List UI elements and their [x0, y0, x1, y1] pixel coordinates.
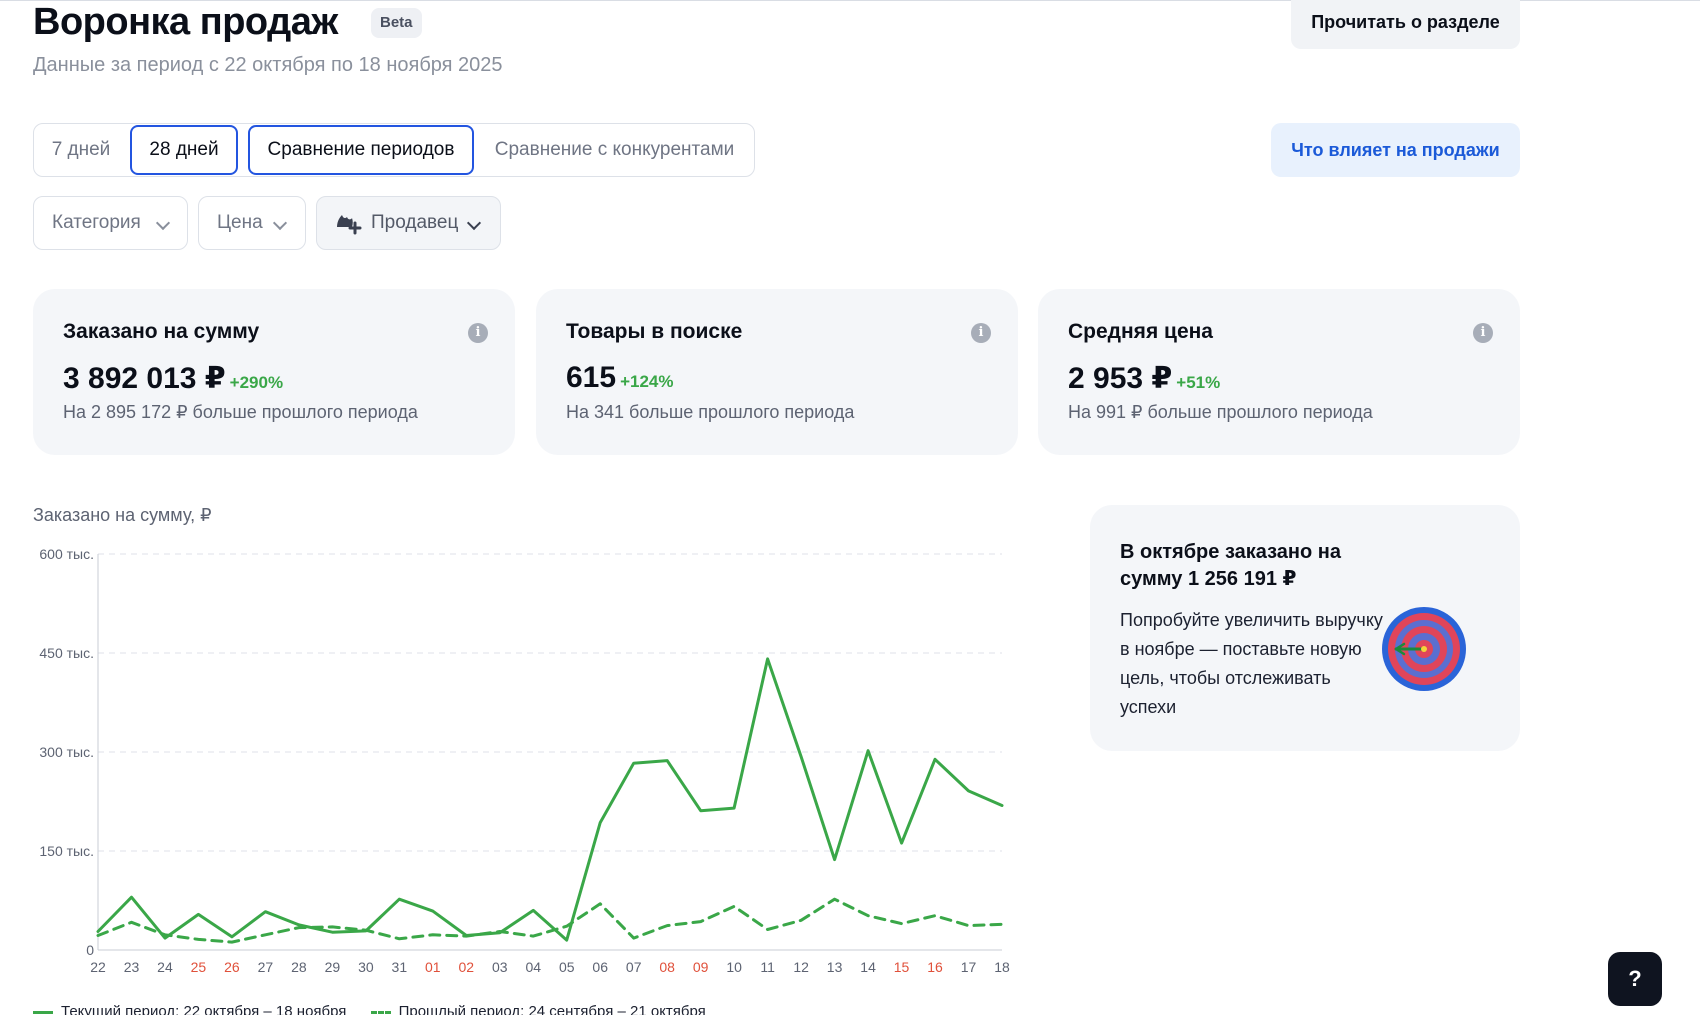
page-title: Воронка продаж: [33, 1, 338, 43]
x-tick-label: 07: [626, 959, 642, 975]
kpi-delta: +51%: [1176, 373, 1221, 392]
tab-7-days[interactable]: 7 дней: [34, 125, 128, 175]
x-tick-label: 08: [659, 959, 675, 975]
period-subtitle: Данные за период с 22 октября по 18 нояб…: [33, 54, 503, 76]
x-tick-label: 26: [224, 959, 240, 975]
x-tick-label: 04: [525, 959, 541, 975]
kpi-note: На 2 895 172 ₽ больше прошлого периода: [63, 402, 418, 422]
y-tick-label: 300 тыс.: [39, 744, 94, 760]
seller-filter-label: Продавец: [371, 212, 459, 233]
x-tick-label: 16: [927, 959, 943, 975]
x-tick-label: 30: [358, 959, 374, 975]
kpi-card-ordered-sum: Заказано на сумму i 3 892 013 ₽ +290% На …: [33, 289, 515, 455]
kpi-note: На 341 больше прошлого периода: [566, 402, 855, 422]
x-tick-label: 03: [492, 959, 508, 975]
goal-promo-card: В октябре заказано на сумму 1 256 191 ₽ …: [1090, 505, 1520, 751]
kpi-value: 3 892 013 ₽ +290%: [63, 362, 284, 395]
x-tick-label: 06: [592, 959, 608, 975]
x-tick-label: 11: [760, 959, 775, 975]
help-button[interactable]: ?: [1608, 952, 1662, 1006]
promo-title: В октябре заказано на сумму 1 256 191 ₽: [1120, 541, 1341, 590]
x-tick-label: 01: [425, 959, 441, 975]
kpi-value: 2 953 ₽ +51%: [1068, 362, 1221, 395]
info-icon[interactable]: i: [1473, 323, 1493, 343]
target-icon: [1382, 607, 1466, 691]
chevron-down-icon: [466, 215, 482, 231]
x-tick-label: 12: [793, 959, 809, 975]
x-tick-label: 29: [325, 959, 341, 975]
legend-current: Текущий период: 22 октября – 18 ноября: [61, 1003, 347, 1015]
x-tick-label: 13: [827, 959, 843, 975]
seller-filter[interactable]: Продавец: [316, 196, 501, 250]
legend-dashed-swatch: [370, 1010, 391, 1014]
x-tick-label: 10: [726, 959, 742, 975]
info-icon[interactable]: i: [468, 323, 488, 343]
y-tick-label: 600 тыс.: [39, 546, 94, 562]
kpi-value: 615 +124%: [566, 361, 674, 394]
y-tick-label: 450 тыс.: [39, 645, 94, 661]
x-tick-label: 28: [291, 959, 307, 975]
tab-28-days[interactable]: 28 дней: [130, 125, 238, 175]
price-filter[interactable]: Цена: [198, 196, 306, 250]
x-tick-label: 22: [90, 959, 106, 975]
tab-compare-periods[interactable]: Сравнение периодов: [248, 125, 474, 175]
beta-badge: Beta: [371, 8, 422, 38]
kpi-delta: +290%: [229, 373, 284, 392]
kpi-card-average-price: Средняя цена i 2 953 ₽ +51% На 991 ₽ боль…: [1038, 289, 1520, 455]
x-tick-label: 05: [559, 959, 575, 975]
promo-text: Попробуйте увеличить выручку в ноябре — …: [1120, 610, 1383, 717]
kpi-card-items-in-search: Товары в поиске i 615 +124% На 341 больше…: [536, 289, 1018, 455]
tab-compare-competitors[interactable]: Сравнение с конкурентами: [476, 125, 753, 175]
x-tick-label: 17: [961, 959, 977, 975]
chevron-down-icon: [155, 215, 171, 231]
x-tick-label: 18: [994, 959, 1010, 975]
chart-legend: Текущий период: 22 октября – 18 ноября П…: [33, 1003, 706, 1015]
legend-previous: Прошлый период: 24 сентября – 21 октября: [398, 1003, 706, 1015]
kpi-title: Средняя цена: [1068, 320, 1213, 343]
legend-solid-swatch: [33, 1010, 53, 1014]
y-tick-label: 0: [86, 942, 94, 958]
price-filter-label: Цена: [217, 212, 263, 233]
kpi-title: Товары в поиске: [566, 320, 743, 343]
category-filter[interactable]: Категория: [33, 196, 188, 250]
seller-icon: [337, 215, 362, 235]
sales-factors-button[interactable]: Что влияет на продажи: [1271, 123, 1520, 177]
kpi-delta: +124%: [620, 372, 674, 391]
sales-line-chart: 0 150 тыс. 300 тыс. 450 тыс. 600 тыс. 22 23 24 2…: [39, 546, 1010, 975]
kpi-note: На 991 ₽ больше прошлого периода: [1068, 402, 1373, 422]
x-tick-label: 25: [191, 959, 207, 975]
category-filter-label: Категория: [52, 212, 141, 233]
x-tick-label: 31: [392, 959, 408, 975]
y-tick-label: 150 тыс.: [39, 843, 94, 859]
kpi-title: Заказано на сумму: [63, 320, 260, 343]
x-tick-label: 09: [693, 959, 709, 975]
x-tick-label: 23: [124, 959, 140, 975]
current-period-line: [96, 657, 1004, 942]
chart-title: Заказано на сумму, ₽: [33, 505, 212, 525]
info-icon[interactable]: i: [971, 323, 991, 343]
x-tick-label: 15: [894, 959, 910, 975]
x-tick-label: 14: [860, 959, 876, 975]
x-tick-label: 27: [258, 959, 274, 975]
chevron-down-icon: [272, 215, 288, 231]
x-tick-label: 24: [157, 959, 173, 975]
read-about-section-button[interactable]: Прочитать о разделе: [1291, 0, 1520, 49]
x-tick-label: 02: [459, 959, 475, 975]
